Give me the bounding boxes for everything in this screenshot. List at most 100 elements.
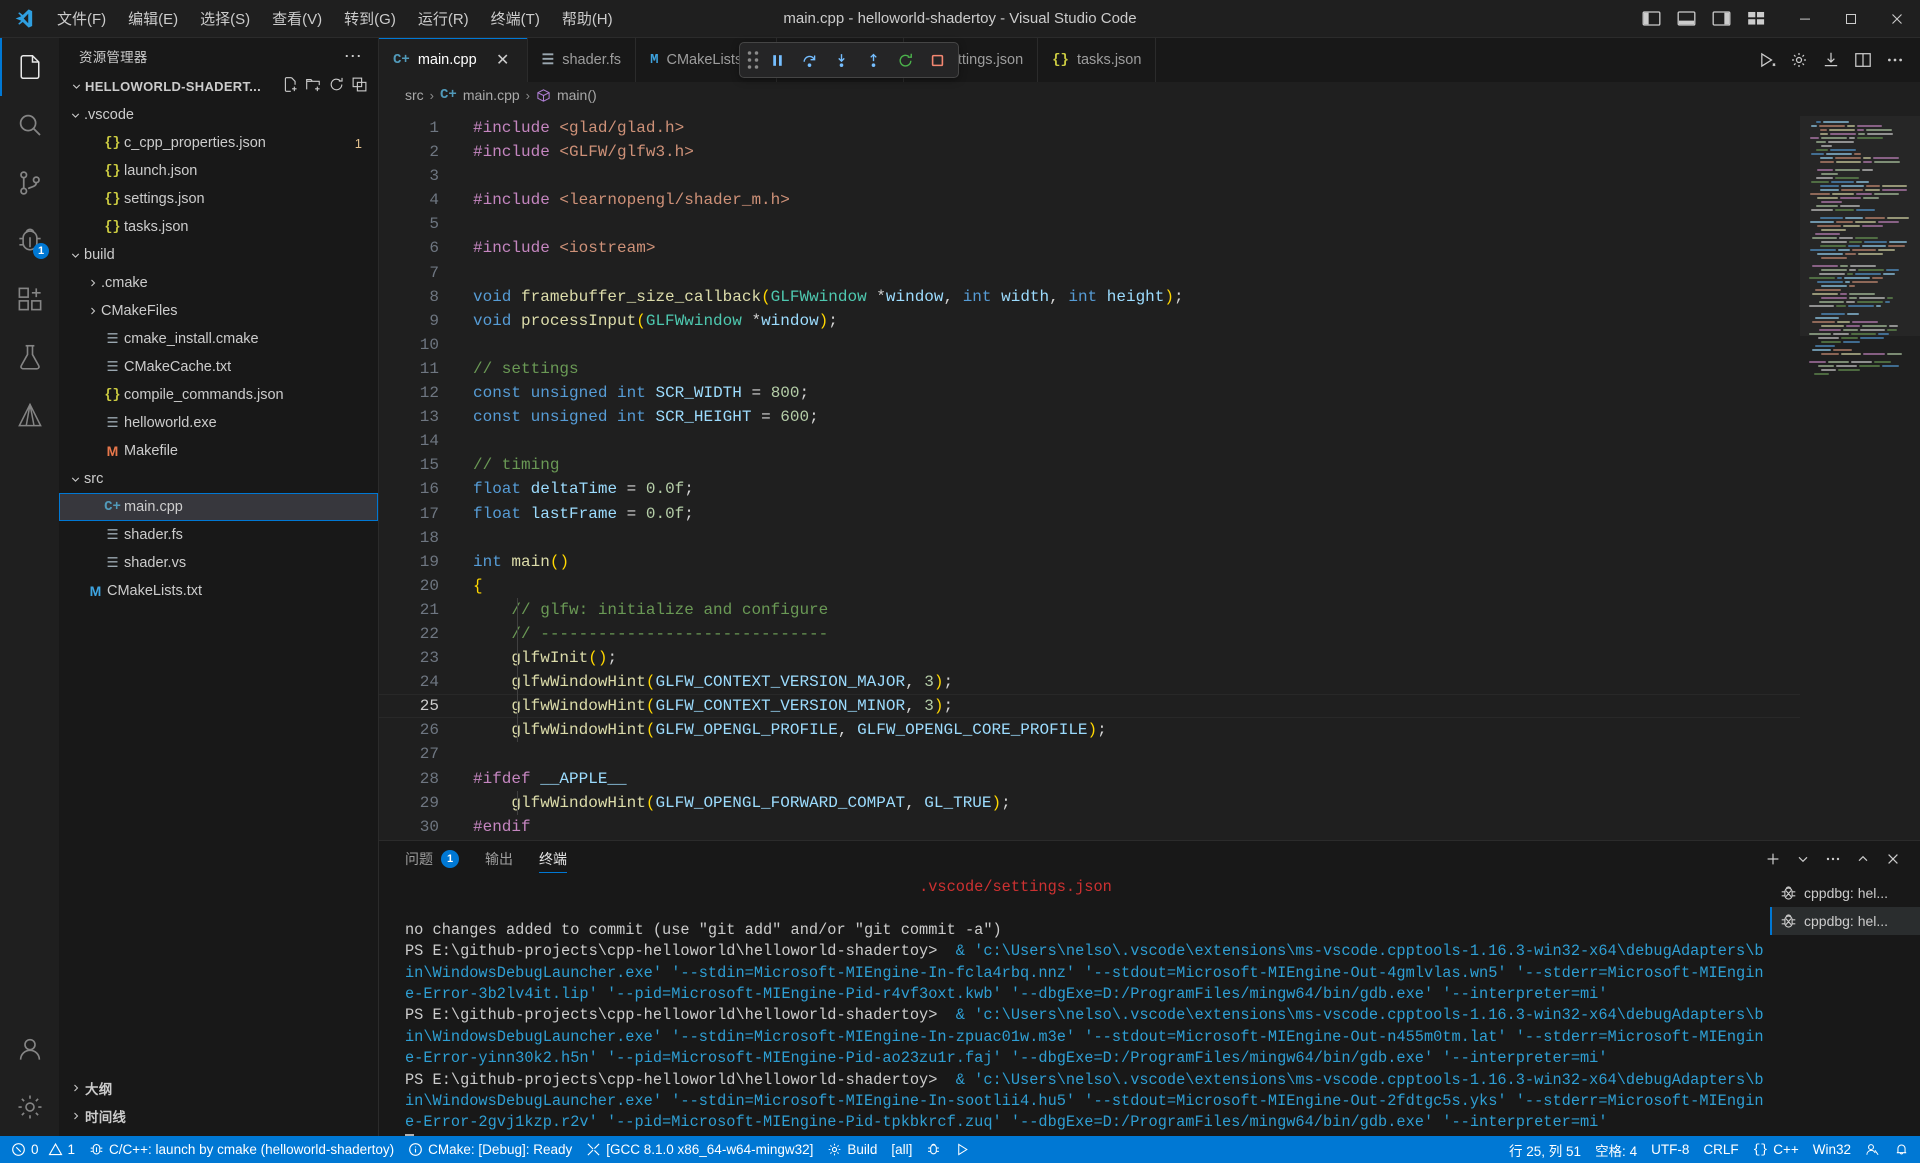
tree-item-src[interactable]: src [59,465,378,493]
status-cursor-position[interactable]: 行 25, 列 51 [1502,1140,1588,1160]
code-line[interactable]: 3 [379,164,1800,188]
split-download-icon[interactable] [1816,45,1846,75]
menu-terminal[interactable]: 终端(T) [480,0,551,37]
code-line[interactable]: 19int main() [379,550,1800,574]
refresh-explorer-icon[interactable] [328,76,345,96]
toggle-panel-icon[interactable] [1670,3,1702,35]
status-debug[interactable] [919,1136,948,1163]
tree-item-settings-json[interactable]: {}settings.json [59,185,378,213]
sidebar-item-explorer[interactable] [0,38,59,96]
terminal-list-item[interactable]: cppdbg: hel... [1770,879,1920,907]
minimap[interactable] [1800,108,1920,840]
editor-tab-tasks-json[interactable]: {}tasks.json [1038,38,1156,82]
terminal-list[interactable]: cppdbg: hel...cppdbg: hel... [1770,877,1920,1136]
stop-icon[interactable] [922,45,952,75]
sidebar-item-accounts[interactable] [0,1020,59,1078]
sidebar-item-source-control[interactable] [0,154,59,212]
code-line[interactable]: 20{ [379,574,1800,598]
code-line[interactable]: 17float lastFrame = 0.0f; [379,502,1800,526]
maximize-button[interactable] [1828,0,1874,38]
close-button[interactable] [1874,0,1920,38]
panel-tab-终端[interactable]: 终端 [539,841,567,877]
editor-tab-shader-fs[interactable]: ☰shader.fs [528,38,636,82]
new-folder-icon[interactable] [305,76,322,96]
collapse-all-icon[interactable] [351,76,368,96]
code-text-area[interactable]: 1#include <glad/glad.h>2#include <GLFW/g… [379,108,1800,840]
code-line[interactable]: 21 // glfw: initialize and configure [379,598,1800,622]
code-line[interactable]: 24 glfwWindowHint(GLFW_CONTEXT_VERSION_M… [379,670,1800,694]
code-line[interactable]: 12const unsigned int SCR_WIDTH = 800; [379,381,1800,405]
step-into-icon[interactable] [826,45,856,75]
source-code[interactable]: 1#include <glad/glad.h>2#include <GLFW/g… [379,108,1800,839]
tree-item-compile-commands-json[interactable]: {}compile_commands.json [59,381,378,409]
close-panel-icon[interactable] [1880,846,1906,872]
code-line[interactable]: 14 [379,429,1800,453]
status-launch-target[interactable]: C/C++: launch by cmake (helloworld-shade… [82,1136,401,1163]
breadcrumb-symbol[interactable]: main() [557,87,597,103]
chevron-down-icon[interactable] [67,109,84,122]
run-or-debug-icon[interactable] [1752,45,1782,75]
more-actions-icon[interactable] [1880,45,1910,75]
restart-icon[interactable] [890,45,920,75]
tree-item-main-cpp[interactable]: C+main.cpp [59,493,378,521]
tree-item-build[interactable]: build [59,241,378,269]
sidebar-item-run-and-debug[interactable]: 1 [0,212,59,270]
file-tree[interactable]: .vscode{}c_cpp_properties.json1{}launch.… [59,99,378,1074]
menu-go[interactable]: 转到(G) [333,0,407,37]
editor-tab-main-cpp[interactable]: C+main.cpp✕ [379,38,528,82]
new-file-icon[interactable] [282,76,299,96]
sidebar-item-cmake[interactable] [0,386,59,444]
status-run[interactable] [948,1136,977,1163]
code-line[interactable]: 7 [379,261,1800,285]
status-indentation[interactable]: 空格: 4 [1588,1140,1644,1160]
chevron-right-icon[interactable] [84,305,101,317]
tree-item-cmake-install-cmake[interactable]: ☰cmake_install.cmake [59,325,378,353]
debug-toolbar[interactable] [739,42,959,78]
menu-bar[interactable]: 文件(F) 编辑(E) 选择(S) 查看(V) 转到(G) 运行(R) 终端(T… [46,0,624,37]
chevron-down-icon[interactable] [67,473,84,486]
code-line[interactable]: 1#include <glad/glad.h> [379,116,1800,140]
sidebar-item-testing[interactable] [0,328,59,386]
status-problems[interactable]: 0 1 [4,1136,82,1163]
code-line[interactable]: 2#include <GLFW/glfw3.h> [379,140,1800,164]
code-line[interactable]: 23 glfwInit(); [379,646,1800,670]
panel-tabs[interactable]: 问题1输出终端 [379,841,1920,877]
code-line[interactable]: 13const unsigned int SCR_HEIGHT = 600; [379,405,1800,429]
toggle-secondary-sidebar-icon[interactable] [1705,3,1737,35]
status-remote[interactable] [1858,1142,1887,1157]
minimize-button[interactable] [1782,0,1828,38]
menu-view[interactable]: 查看(V) [261,0,333,37]
status-build-target[interactable]: [all] [884,1136,919,1163]
code-line[interactable]: 18 [379,526,1800,550]
code-line[interactable]: 16float deltaTime = 0.0f; [379,477,1800,501]
code-line[interactable]: 9void processInput(GLFWwindow *window); [379,309,1800,333]
chevron-right-icon[interactable] [84,277,101,289]
gear-icon[interactable] [1784,45,1814,75]
code-line[interactable]: 5 [379,212,1800,236]
status-platform[interactable]: Win32 [1806,1142,1858,1157]
new-terminal-icon[interactable] [1760,846,1786,872]
code-editor[interactable]: 1#include <glad/glad.h>2#include <GLFW/g… [379,108,1920,840]
menu-edit[interactable]: 编辑(E) [117,0,189,37]
menu-selection[interactable]: 选择(S) [189,0,261,37]
menu-help[interactable]: 帮助(H) [551,0,624,37]
sidebar-item-manage-settings[interactable] [0,1078,59,1136]
toggle-primary-sidebar-icon[interactable] [1635,3,1667,35]
editor-actions[interactable] [1742,38,1920,82]
sidebar-more-icon[interactable]: ⋯ [336,47,370,65]
code-line[interactable]: 8void framebuffer_size_callback(GLFWwind… [379,285,1800,309]
chevron-down-icon[interactable] [67,249,84,262]
code-line[interactable]: 15// timing [379,453,1800,477]
step-over-icon[interactable] [794,45,824,75]
customize-layout-icon[interactable] [1740,3,1772,35]
sidebar-section-outline[interactable]: 大纲 [59,1074,378,1102]
code-line[interactable]: 10 [379,333,1800,357]
tree-item-shader-vs[interactable]: ☰shader.vs [59,549,378,577]
code-line[interactable]: 30#endif [379,815,1800,839]
code-line[interactable]: 6#include <iostream> [379,236,1800,260]
tree-item-launch-json[interactable]: {}launch.json [59,157,378,185]
panel-more-icon[interactable] [1820,846,1846,872]
tree-item--vscode[interactable]: .vscode [59,101,378,129]
status-cmake-kit[interactable]: [GCC 8.1.0 x86_64-w64-mingw32] [579,1136,820,1163]
drag-handle-icon[interactable] [746,46,760,74]
